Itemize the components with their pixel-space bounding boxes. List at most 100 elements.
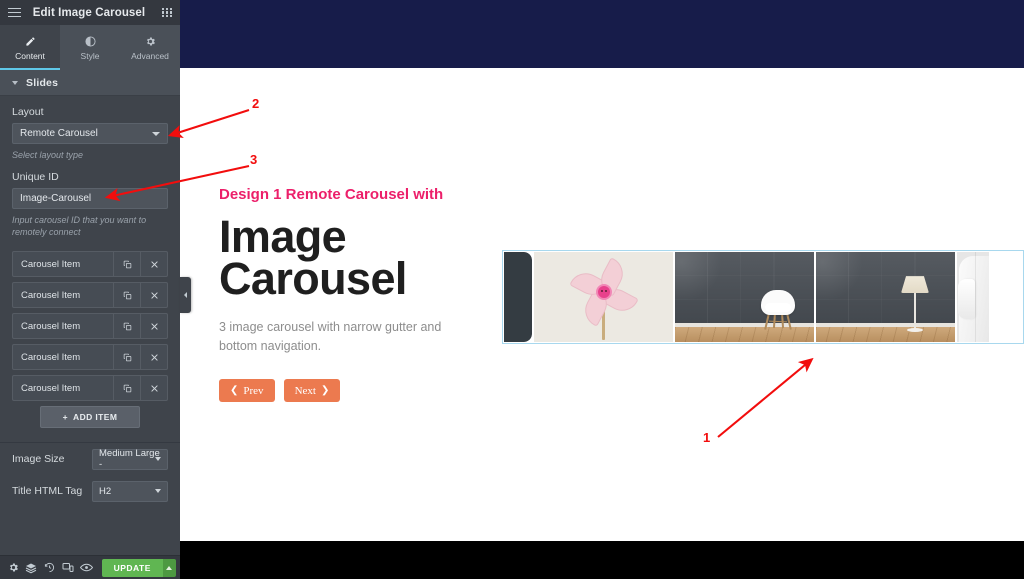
update-button[interactable]: UPDATE [101,558,163,577]
hero-title-line-1: Image [219,211,347,262]
annotation-label-1: 1 [703,430,711,445]
chevron-right-icon [184,292,187,298]
close-x-icon[interactable] [140,376,167,401]
carousel-prev-label: Prev [243,384,264,397]
hero-title: Image Carousel [219,211,469,304]
unique-id-input[interactable]: Image-Carousel [12,188,168,210]
editor-topbar [180,0,1024,68]
slide-art-floor-lamp-room [816,252,955,342]
chevron-down-icon [152,131,160,136]
carousel-slide-partial-right[interactable] [957,252,989,342]
title-html-tag-label: Title HTML Tag [12,485,83,498]
tab-content[interactable]: Content [0,25,60,70]
contrast-icon [84,35,96,48]
carousel-nav-buttons: ❮ Prev Next ❯ [219,379,469,403]
add-item-button[interactable]: + ADD ITEM [40,406,140,429]
chair-illustration [760,290,795,331]
carousel-next-label: Next [294,384,316,397]
copy-icon[interactable] [113,345,140,370]
image-size-label: Image Size [12,453,65,466]
chevron-down-icon [12,80,18,85]
image-size-select[interactable]: Medium Large - [92,448,168,471]
copy-icon[interactable] [113,314,140,339]
repeater-item-title[interactable]: Carousel Item [13,283,113,307]
chevron-left-icon: ❮ [230,384,239,396]
chevron-up-icon [166,565,173,570]
close-x-icon[interactable] [140,283,167,308]
chevron-down-icon [155,489,161,494]
screen-root: Design 1 Remote Carousel with Image Caro… [0,0,1024,579]
editor-panel: Edit Image Carousel Content Style Advanc… [0,0,180,579]
section-slides-label: Slides [26,76,59,89]
carousel-slide-lamp[interactable] [816,252,955,342]
panel-title: Edit Image Carousel [32,6,146,19]
panel-footer: UPDATE [0,555,180,579]
slide-art-white-robe [957,252,989,342]
repeater-item-row[interactable]: Carousel Item [12,344,168,371]
settings-gear-icon[interactable] [4,556,22,579]
layout-select[interactable]: Remote Carousel [12,123,168,144]
tab-advanced[interactable]: Advanced [120,25,180,70]
close-x-icon[interactable] [140,252,167,277]
update-button-label: UPDATE [113,562,151,573]
panel-tabs: Content Style Advanced [0,25,180,70]
gear-icon [145,35,156,48]
panel-collapse-handle[interactable] [180,277,191,313]
add-item-label: ADD ITEM [73,412,118,423]
close-x-icon[interactable] [140,314,167,339]
slide-art-white-chair-room [675,252,814,342]
layers-icon[interactable] [22,556,40,579]
copy-icon[interactable] [113,376,140,401]
plus-icon: + [62,412,69,423]
copy-icon[interactable] [113,252,140,277]
repeater-item-title[interactable]: Carousel Item [13,376,113,400]
repeater-item-title[interactable]: Carousel Item [13,252,113,276]
hero-title-line-2: Carousel [219,252,407,304]
chevron-right-icon: ❯ [320,384,330,396]
unique-id-hint: Input carousel ID that you want to remot… [12,215,147,238]
history-revisions-icon[interactable] [41,556,59,579]
annotation-label-2: 2 [252,96,260,111]
slide-art-dark-wall-sliver [504,252,532,342]
tab-style[interactable]: Style [60,25,120,70]
repeater-item-row[interactable]: Carousel Item [12,251,168,278]
repeater-item-row[interactable]: Carousel Item [12,375,168,402]
pinwheel-button-icon [595,283,612,300]
carousel-items-repeater: Carousel Item Carousel Item Carousel Ite… [0,251,180,429]
close-x-icon[interactable] [140,345,167,370]
tab-advanced-label: Advanced [131,50,169,61]
unique-id-label: Unique ID [12,171,59,184]
unique-id-control: Unique ID Image-Carousel Input carousel … [0,171,180,238]
update-options-button[interactable] [162,558,176,577]
repeater-item-row[interactable]: Carousel Item [12,282,168,309]
layout-select-value: Remote Carousel [20,128,98,139]
carousel-slide-chair[interactable] [675,252,814,342]
annotation-label-3: 3 [250,152,258,167]
image-size-value: Medium Large - [99,448,160,471]
hero-eyebrow: Design 1 Remote Carousel with [219,186,444,203]
section-slides[interactable]: Slides [0,70,180,96]
carousel-next-button[interactable]: Next ❯ [283,379,341,403]
floor-lamp-illustration [900,276,930,333]
layout-control: Layout Remote Carousel Select layout typ… [0,106,180,161]
layout-label: Layout [12,106,44,118]
image-carousel-widget[interactable] [502,250,1024,344]
hero-copy-block: Design 1 Remote Carousel with Image Caro… [219,186,469,403]
chevron-down-icon [155,457,161,462]
unique-id-value: Image-Carousel [20,193,92,205]
repeater-item-row[interactable]: Carousel Item [12,313,168,340]
copy-icon[interactable] [113,283,140,308]
tab-content-label: Content [15,50,45,61]
responsive-mode-icon[interactable] [59,556,77,579]
preview-eye-icon[interactable] [77,556,95,579]
repeater-item-title[interactable]: Carousel Item [13,345,113,369]
app-grid-icon[interactable] [154,0,180,25]
carousel-slide-partial-left[interactable] [504,252,532,342]
title-html-tag-select[interactable]: H2 [92,480,168,502]
carousel-prev-button[interactable]: ❮ Prev [219,379,275,403]
add-item-wrapper: + ADD ITEM [12,406,168,429]
hamburger-menu-icon[interactable] [0,0,28,25]
repeater-item-title[interactable]: Carousel Item [13,314,113,338]
title-html-tag-value: H2 [99,485,112,497]
carousel-slide-pinwheel[interactable] [534,252,673,342]
